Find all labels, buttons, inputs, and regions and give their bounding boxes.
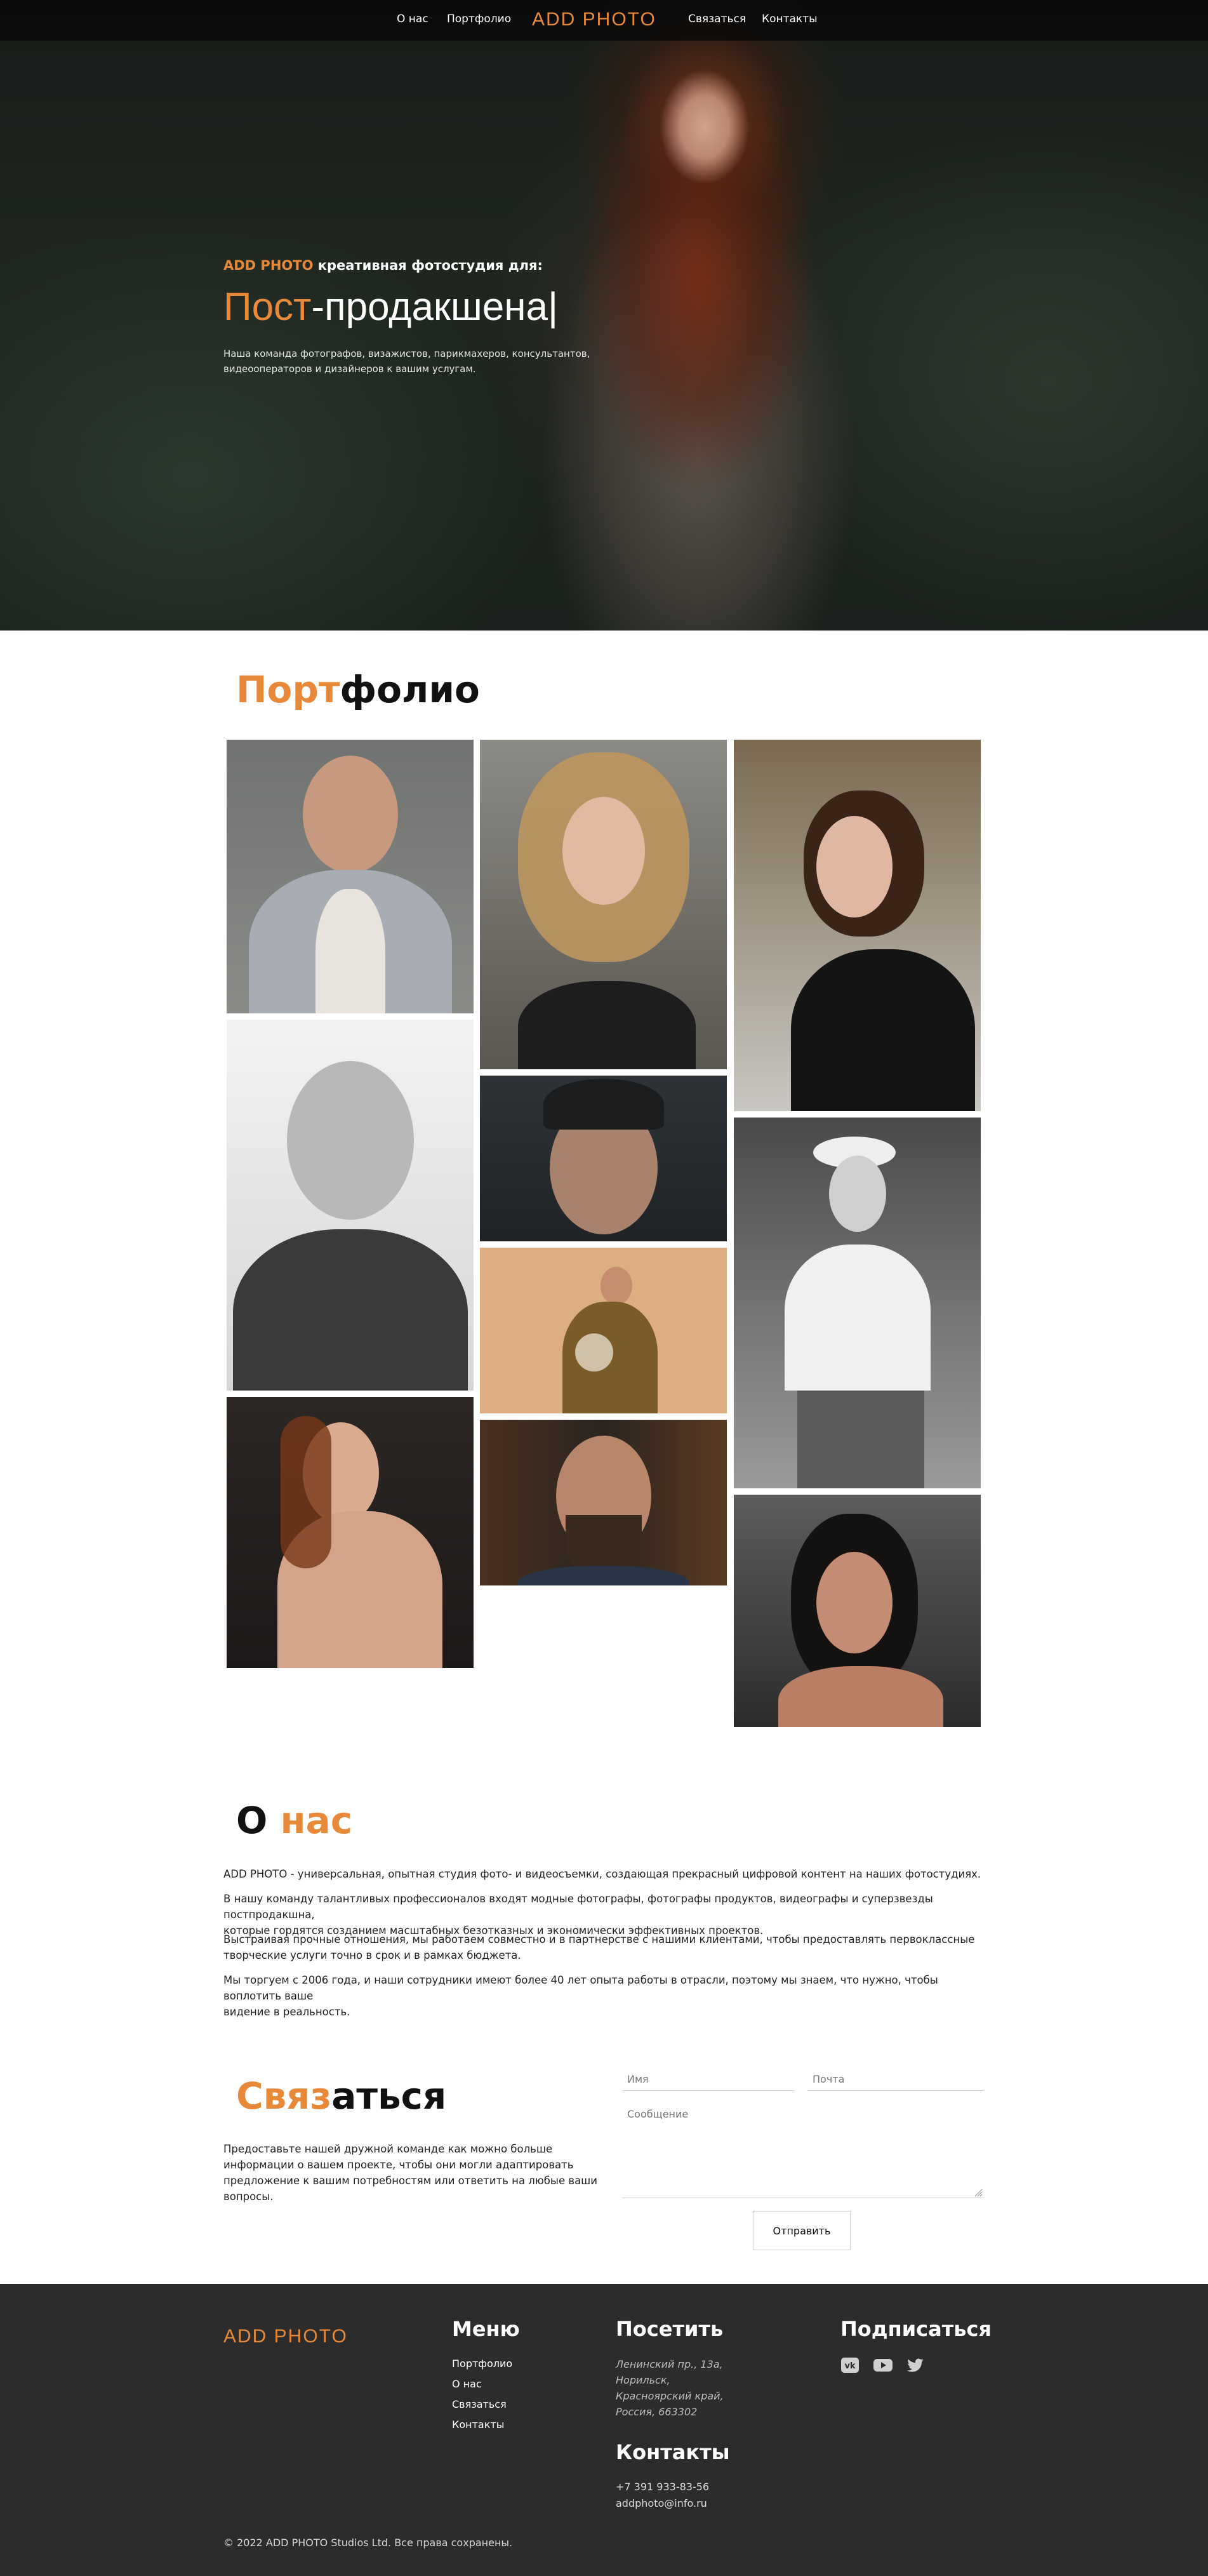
about-paragraph-1: ADD PHOTO - универсальная, опытная студи… [223, 1868, 981, 1880]
hero-portrait-image [521, 38, 876, 631]
about-paragraph-4: Мы торгуем с 2006 года, и наши сотрудник… [223, 1972, 985, 2020]
contact-title-rest: аться [331, 2074, 447, 2118]
footer-address: Ленинский пр., 13а, Норильск, Красноярск… [616, 2356, 724, 2420]
portfolio-photo-blonde-woman[interactable] [480, 740, 727, 1069]
portfolio-photo-woman-white-hat[interactable] [734, 1118, 981, 1488]
hero-section: ADD PHOTO креативная фотостудия для: Пос… [0, 0, 1208, 631]
hero-subtitle: ADD PHOTO креативная фотостудия для: [223, 258, 543, 273]
footer-menu-title: Меню [452, 2317, 520, 2341]
message-field[interactable] [622, 2103, 984, 2198]
portfolio-title-rest: фолио [340, 668, 480, 711]
send-button[interactable]: Отправить [753, 2211, 851, 2250]
contact-description-line: вопросы. [223, 2191, 274, 2203]
portfolio-photo-old-man[interactable] [227, 1020, 474, 1391]
nav-link-portfolio[interactable]: Портфолио [447, 13, 511, 25]
about-paragraph-3: Выстраивая прочные отношения, мы работае… [223, 1932, 985, 1963]
hero-title-accent: Пост [223, 285, 312, 329]
svg-text:vk: vk [844, 2361, 855, 2371]
hero-description-line: видеооператоров и дизайнеров к вашим усл… [223, 363, 476, 375]
hero-title-rest: -продакшена| [311, 285, 559, 329]
twitter-icon[interactable] [905, 2356, 926, 2374]
footer-phone[interactable]: +7 391 933-83-56 [616, 2481, 709, 2493]
about-title: О нас [236, 1799, 352, 1842]
footer-menu-link-contact[interactable]: Связаться [452, 2398, 507, 2410]
about-paragraph-3-line: Выстраивая прочные отношения, мы работае… [223, 1933, 975, 1945]
contact-title-accent: Связ [236, 2074, 332, 2118]
hero-description: Наша команда фотографов, визажистов, пар… [223, 346, 630, 377]
portfolio-title-accent: Порт [236, 668, 340, 711]
portfolio-title: Портфолио [236, 668, 480, 711]
portfolio-photo-bald-man[interactable] [227, 740, 474, 1013]
about-paragraph-2-line: В нашу команду талантливых профессионало… [223, 1893, 933, 1921]
footer-contacts-title: Контакты [616, 2440, 730, 2464]
contact-description-line: информации о вашем проекте, чтобы они мо… [223, 2159, 574, 2171]
nav-link-contacts[interactable]: Контакты [762, 13, 818, 25]
portfolio-photo-woman-bob[interactable] [734, 740, 981, 1111]
footer-address-line: Россия, 663302 [616, 2406, 698, 2418]
portfolio-photo-bearded-man[interactable] [480, 1420, 727, 1585]
vk-icon[interactable]: vk [839, 2356, 861, 2374]
hero-description-line: Наша команда фотографов, визажистов, пар… [223, 348, 590, 359]
footer-menu-link-contacts[interactable]: Контакты [452, 2419, 504, 2431]
portfolio-photo-woman-shoulder[interactable] [227, 1397, 474, 1668]
about-paragraph-4-line: Мы торгуем с 2006 года, и наши сотрудник… [223, 1974, 938, 2002]
about-paragraph-4-line: видение в реальность. [223, 2006, 350, 2018]
name-field[interactable] [622, 2068, 795, 2091]
footer-address-line: Красноярский край, [616, 2390, 724, 2402]
footer-email[interactable]: addphoto@info.ru [616, 2497, 707, 2509]
hero-subtitle-brand: ADD PHOTO [223, 258, 314, 273]
footer-copyright: © 2022 ADD PHOTO Studios Ltd. Все права … [223, 2537, 513, 2549]
email-field[interactable] [807, 2068, 984, 2091]
nav-link-about[interactable]: О нас [397, 13, 428, 25]
resize-grip-icon[interactable] [974, 2188, 983, 2197]
footer-address-line: Ленинский пр., 13а, [616, 2358, 723, 2370]
nav-link-contact[interactable]: Связаться [688, 13, 746, 25]
about-title-accent: нас [280, 1799, 353, 1842]
footer: ADD PHOTO Меню Портфолио О нас Связаться… [0, 2284, 1208, 2576]
footer-subscribe-title: Подписаться [840, 2317, 992, 2341]
portfolio-photo-man-with-hat[interactable] [480, 1248, 727, 1413]
footer-address-line: Норильск, [616, 2374, 670, 2386]
footer-menu-link-portfolio[interactable]: Портфолио [452, 2358, 512, 2370]
nav-logo[interactable]: ADD PHOTO [532, 9, 656, 30]
contact-description-line: предложение к вашим потребностям или отв… [223, 2175, 597, 2187]
contact-description-line: Предоставьте нашей дружной команде как м… [223, 2143, 553, 2155]
portfolio-photo-bearded-beanie[interactable] [480, 1076, 727, 1241]
hero-title: Пост-продакшена| [223, 284, 558, 330]
footer-menu-link-about[interactable]: О нас [452, 2378, 482, 2390]
footer-visit-title: Посетить [616, 2317, 724, 2341]
footer-logo[interactable]: ADD PHOTO [223, 2326, 348, 2347]
about-title-first: О [236, 1799, 281, 1842]
contact-title: Связаться [236, 2074, 446, 2118]
hero-subtitle-text: креативная фотостудия для: [313, 258, 543, 273]
top-navbar: О нас Портфолио ADD PHOTO Связаться Конт… [0, 0, 1208, 41]
about-paragraph-3-line: творческие услуги точно в срок и в рамка… [223, 1949, 521, 1961]
portfolio-photo-woman-dark-hair[interactable] [734, 1495, 981, 1727]
contact-description: Предоставьте нашей дружной команде как м… [223, 2141, 604, 2205]
youtube-icon[interactable] [872, 2356, 894, 2374]
